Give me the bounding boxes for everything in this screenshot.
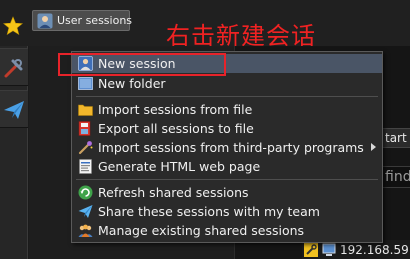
sidebar-tools-button[interactable] (0, 48, 28, 86)
user-sessions-tab[interactable]: User sessions (32, 10, 133, 31)
menu-item-new-folder[interactable]: New folder (72, 74, 382, 93)
submenu-arrow-icon (371, 143, 376, 151)
magic-wand-icon (78, 141, 93, 155)
sidebar-send-button[interactable] (0, 90, 28, 128)
menu-item-label: Share these sessions with my team (98, 204, 320, 219)
menu-item-refresh-shared[interactable]: Refresh shared sessions (72, 183, 382, 202)
paper-plane-icon (4, 101, 24, 119)
menu-item-import-sessions-file[interactable]: Import sessions from file (72, 100, 382, 119)
left-sidebar (0, 46, 28, 259)
find-input-partial[interactable]: find (382, 166, 410, 188)
top-toolbar: User sessions 右击新建会话 (0, 0, 410, 50)
menu-item-import-third-party[interactable]: Import sessions from third-party program… (72, 138, 382, 157)
user-icon (37, 13, 53, 28)
menu-item-export-sessions[interactable]: Export all sessions to file (72, 119, 382, 138)
menu-item-label: Generate HTML web page (98, 159, 261, 174)
folder-icon (78, 77, 93, 90)
menu-item-manage-shared[interactable]: Manage existing shared sessions (72, 221, 382, 240)
star-icon[interactable] (3, 16, 23, 36)
tools-icon (4, 59, 23, 78)
wrench-icon (304, 242, 318, 257)
paper-plane-icon (78, 205, 93, 218)
start-button-partial[interactable]: tart l (382, 128, 410, 148)
menu-item-label: Refresh shared sessions (98, 185, 249, 200)
menu-item-share-sessions[interactable]: Share these sessions with my team (72, 202, 382, 221)
export-file-icon (78, 121, 91, 136)
menu-item-label: Import sessions from file (98, 102, 253, 117)
context-menu: New session New folder Import sessions f… (71, 51, 383, 243)
user-sessions-label: User sessions (57, 14, 133, 27)
menu-item-label: New folder (98, 76, 166, 91)
menu-item-label: Manage existing shared sessions (98, 223, 305, 238)
menu-item-generate-html[interactable]: Generate HTML web page (72, 157, 382, 176)
refresh-icon (78, 185, 93, 200)
import-folder-icon (78, 104, 93, 116)
menu-separator (76, 96, 378, 97)
computer-icon (322, 243, 336, 256)
html-page-icon (79, 159, 92, 174)
menu-item-label: Import sessions from third-party program… (98, 140, 364, 155)
host-address: 192.168.59.129 (340, 242, 410, 257)
menu-item-label: Export all sessions to file (98, 121, 254, 136)
team-icon (78, 224, 93, 237)
menu-separator (76, 179, 378, 180)
annotation-highlight-box (58, 53, 226, 76)
